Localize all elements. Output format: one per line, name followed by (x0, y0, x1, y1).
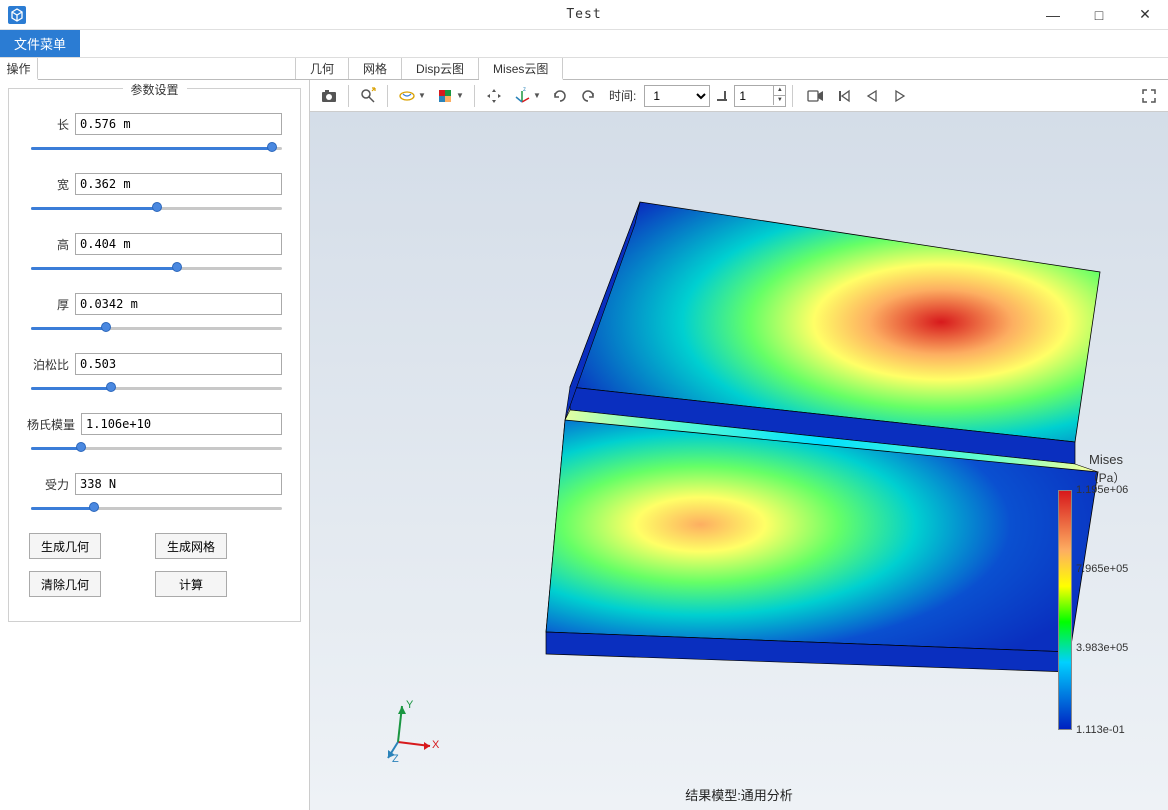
sidebar-title: 参数设置 (122, 81, 186, 98)
file-menu-button[interactable]: 文件菜单 (0, 30, 80, 57)
time-spinner-input[interactable] (735, 86, 773, 106)
step-back-button[interactable] (859, 83, 885, 109)
minimize-button[interactable]: — (1030, 0, 1076, 30)
param-label-poisson: 泊松比 (27, 356, 69, 373)
tab-operate[interactable]: 操作 (0, 58, 38, 80)
param-input-youngs[interactable] (81, 413, 282, 435)
sidebar: 参数设置 长 宽 (0, 80, 310, 810)
legend-tick-1: 7.965e+05 (1076, 563, 1128, 575)
compute-button[interactable]: 计算 (155, 571, 227, 597)
zoom-fit-button[interactable] (355, 83, 381, 109)
param-label-thickness: 厚 (27, 296, 69, 313)
tab-geometry[interactable]: 几何 (296, 58, 349, 79)
time-select[interactable]: 1 (644, 85, 710, 107)
result-model-label: 结果模型:通用分析 (685, 785, 793, 804)
time-step-end-button[interactable] (712, 83, 732, 109)
tab-mises-cloud[interactable]: Mises云图 (479, 58, 563, 80)
app-icon (8, 6, 26, 24)
param-input-thickness[interactable] (75, 293, 282, 315)
param-slider-force[interactable] (31, 501, 282, 515)
axis-triad: X Y Z (380, 700, 440, 760)
svg-text:Y: Y (406, 699, 414, 711)
play-button[interactable] (887, 83, 913, 109)
menu-bar: 文件菜单 (0, 30, 1168, 58)
param-slider-width[interactable] (31, 201, 282, 215)
expand-button[interactable] (1136, 83, 1162, 109)
rotate-ccw-button[interactable] (575, 83, 601, 109)
title-bar: Test — □ ✕ (0, 0, 1168, 30)
color-legend: Mises （Pa） 1.195e+06 7.965e+05 3.983e+05… (1058, 452, 1154, 730)
legend-tick-2: 3.983e+05 (1076, 642, 1128, 654)
param-slider-youngs[interactable] (31, 441, 282, 455)
tab-disp-cloud[interactable]: Disp云图 (402, 58, 479, 79)
param-input-length[interactable] (75, 113, 282, 135)
param-slider-length[interactable] (31, 141, 282, 155)
svg-text:Z: Z (392, 753, 399, 765)
close-button[interactable]: ✕ (1122, 0, 1168, 30)
maximize-button[interactable]: □ (1076, 0, 1122, 30)
pan-button[interactable] (481, 83, 507, 109)
generate-mesh-button[interactable]: 生成网格 (155, 533, 227, 559)
tab-mesh[interactable]: 网格 (349, 58, 402, 79)
spin-up-icon[interactable]: ▲ (773, 86, 785, 96)
tab-row: 操作 几何 网格 Disp云图 Mises云图 (0, 58, 1168, 80)
param-label-length: 长 (27, 116, 69, 133)
param-slider-thickness[interactable] (31, 321, 282, 335)
time-spinner[interactable]: ▲▼ (734, 85, 786, 107)
svg-text:X: X (432, 739, 440, 751)
svg-text:z: z (523, 87, 526, 93)
rotate-cw-button[interactable] (547, 83, 573, 109)
generate-geometry-button[interactable]: 生成几何 (29, 533, 101, 559)
time-label: 时间: (609, 87, 636, 104)
param-label-youngs: 杨氏模量 (27, 416, 75, 433)
clear-geometry-button[interactable]: 清除几何 (29, 571, 101, 597)
spin-down-icon[interactable]: ▼ (773, 96, 785, 105)
record-button[interactable] (803, 83, 829, 109)
legend-title: Mises (1058, 452, 1154, 467)
window-title: Test (566, 7, 601, 22)
param-input-height[interactable] (75, 233, 282, 255)
param-slider-poisson[interactable] (31, 381, 282, 395)
skip-start-button[interactable] (831, 83, 857, 109)
param-label-height: 高 (27, 236, 69, 253)
view-style-button[interactable]: ▼ (394, 83, 430, 109)
param-label-width: 宽 (27, 176, 69, 193)
legend-tick-max: 1.195e+06 (1076, 484, 1128, 496)
camera-snapshot-button[interactable] (316, 83, 342, 109)
param-input-force[interactable] (75, 473, 282, 495)
axis-orientation-button[interactable]: z ▼ (509, 83, 545, 109)
param-input-poisson[interactable] (75, 353, 282, 375)
viewport-canvas[interactable]: Mises （Pa） 1.195e+06 7.965e+05 3.983e+05… (310, 112, 1168, 810)
viewport-panel: ▼ ▼ z ▼ 时间: 1 (310, 80, 1168, 810)
legend-colorbar (1058, 490, 1072, 730)
color-cube-button[interactable]: ▼ (432, 83, 468, 109)
legend-tick-min: 1.113e-01 (1076, 724, 1125, 736)
viewport-toolbar: ▼ ▼ z ▼ 时间: 1 (310, 80, 1168, 112)
param-input-width[interactable] (75, 173, 282, 195)
param-label-force: 受力 (27, 476, 69, 493)
param-slider-height[interactable] (31, 261, 282, 275)
fea-model-render (430, 152, 1110, 712)
